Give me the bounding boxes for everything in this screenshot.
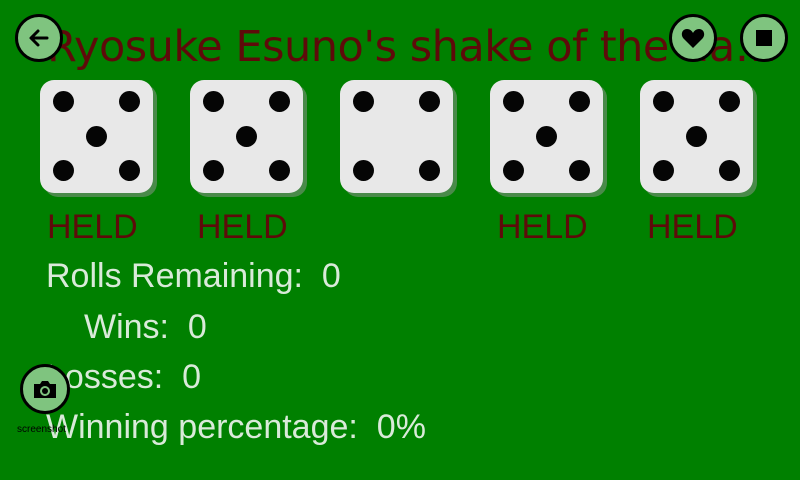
camera-icon (34, 381, 56, 398)
winning-percentage-stat: Winning percentage: 0% (46, 405, 426, 449)
screenshot-button[interactable] (20, 364, 70, 414)
die-pip (53, 91, 74, 112)
die-1[interactable] (40, 80, 153, 193)
winning-percentage-label: Winning percentage: (46, 408, 358, 446)
die-pip (419, 91, 440, 112)
held-label-2: HELD (197, 208, 288, 246)
die-pip (53, 160, 74, 181)
die-pip (203, 160, 224, 181)
die-pip (269, 91, 290, 112)
die-pip (536, 126, 557, 147)
die-5[interactable] (640, 80, 753, 193)
wins-value: 0 (187, 308, 207, 346)
die-pip (419, 160, 440, 181)
die-pip (719, 91, 740, 112)
die-pip (119, 160, 140, 181)
die-3[interactable] (340, 80, 453, 193)
stop-square-icon (756, 30, 772, 46)
die-pip (686, 126, 707, 147)
die-pip (569, 91, 590, 112)
favorite-button[interactable] (669, 14, 717, 62)
die-pip (86, 126, 107, 147)
die-pip (269, 160, 290, 181)
held-label-4: HELD (497, 208, 588, 246)
die-2[interactable] (190, 80, 303, 193)
held-label-1: HELD (47, 208, 138, 246)
held-label-5: HELD (647, 208, 738, 246)
losses-value: 0 (182, 358, 202, 396)
die-pip (719, 160, 740, 181)
arrow-left-icon (29, 29, 49, 47)
heart-icon (681, 29, 705, 48)
back-button[interactable] (15, 14, 63, 62)
die-pip (653, 160, 674, 181)
die-pip (569, 160, 590, 181)
stop-button[interactable] (740, 14, 788, 62)
die-pip (653, 91, 674, 112)
die-pip (353, 91, 374, 112)
wins-stat: Wins: 0 (84, 305, 207, 349)
die-pip (503, 160, 524, 181)
screenshot-label: screenshot (17, 424, 66, 435)
die-pip (236, 126, 257, 147)
winning-percentage-value: 0% (376, 408, 426, 446)
rolls-remaining-value: 0 (321, 257, 341, 295)
rolls-remaining: Rolls Remaining: 0 (46, 254, 341, 298)
rolls-remaining-label: Rolls Remaining: (46, 257, 303, 295)
die-pip (353, 160, 374, 181)
die-pip (119, 91, 140, 112)
wins-label: Wins: (84, 308, 169, 346)
die-pip (203, 91, 224, 112)
die-pip (503, 91, 524, 112)
die-4[interactable] (490, 80, 603, 193)
